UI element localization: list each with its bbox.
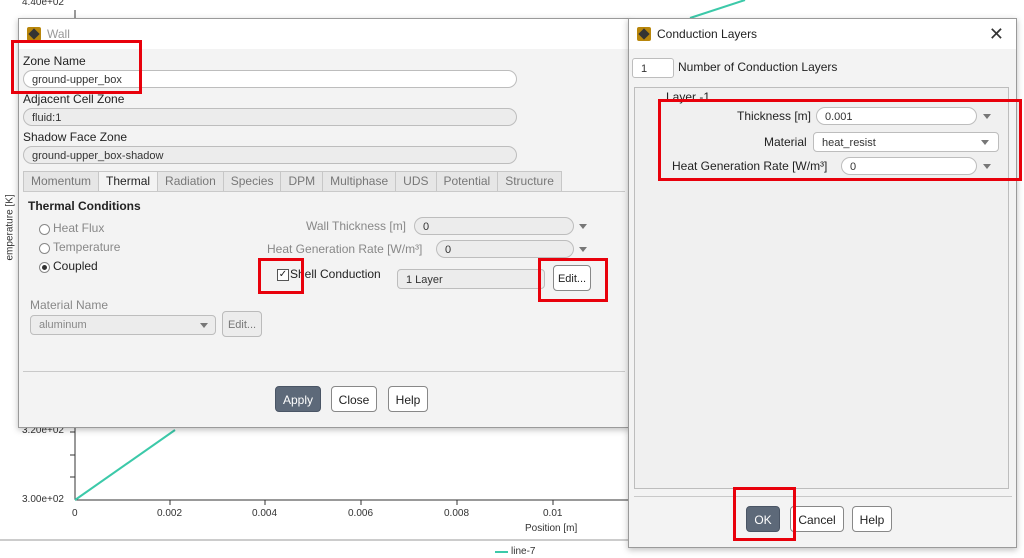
tab-momentum[interactable]: Momentum: [23, 171, 100, 191]
material-select-dropdown-icon[interactable]: [981, 140, 989, 145]
material-name-select[interactable]: aluminum: [30, 315, 216, 335]
conduction-title: Conduction Layers: [657, 27, 758, 41]
tab-multiphase[interactable]: Multiphase: [322, 171, 397, 191]
y-tick-top: 4.40e+02: [22, 0, 64, 8]
apply-button[interactable]: Apply: [275, 386, 321, 412]
shadow-face-zone-label: Shadow Face Zone: [23, 130, 128, 144]
heat-gen-label: Heat Generation Rate [W/m³]: [672, 159, 828, 173]
wall-thickness-dropdown-icon[interactable]: [579, 224, 587, 229]
footer-divider: [23, 371, 625, 372]
tab-radiation[interactable]: Radiation: [157, 171, 224, 191]
layer-group-label: Layer -1: [666, 90, 711, 104]
shell-conduction-checkbox[interactable]: ✓: [277, 269, 289, 281]
x-tick-1: 0.002: [157, 508, 183, 519]
fluent-app-icon: [637, 27, 651, 41]
conduction-title-bar[interactable]: Conduction Layers ✕: [629, 19, 1016, 49]
wall-thickness-input[interactable]: 0: [414, 217, 574, 235]
material-edit-button[interactable]: Edit...: [222, 311, 262, 337]
tab-dpm[interactable]: DPM: [280, 171, 324, 191]
thickness-label: Thickness [m]: [737, 109, 812, 123]
temperature-label: Temperature: [53, 240, 121, 254]
x-tick-0: 0: [72, 508, 78, 519]
shadow-face-zone-field: ground-upper_box-shadow: [23, 146, 517, 164]
thickness-input[interactable]: 0.001: [816, 107, 977, 125]
heat-gen-input[interactable]: 0: [841, 157, 977, 175]
thermal-conditions-label: Thermal Conditions: [28, 199, 141, 213]
adjacent-cell-zone-field: fluid:1: [23, 108, 517, 126]
shell-edit-button[interactable]: Edit...: [553, 265, 591, 291]
wall-heat-gen-label: Heat Generation Rate [W/m³]: [267, 242, 423, 256]
heat-gen-dropdown-icon[interactable]: [983, 164, 991, 169]
shell-layers-field: 1 Layer: [397, 269, 545, 289]
tab-uds[interactable]: UDS: [395, 171, 437, 191]
x-tick-5: 0.01: [543, 508, 563, 519]
wall-title-bar[interactable]: Wall: [19, 19, 629, 49]
wall-title: Wall: [47, 27, 70, 41]
x-tick-2: 0.004: [252, 508, 278, 519]
temperature-radio[interactable]: [39, 243, 50, 254]
thickness-dropdown-icon[interactable]: [983, 114, 991, 119]
tab-structure[interactable]: Structure: [497, 171, 562, 191]
temperature-line-lower: [74, 429, 176, 501]
wall-heat-gen-input[interactable]: 0: [436, 240, 574, 258]
material-select[interactable]: heat_resist: [813, 132, 999, 152]
tab-thermal[interactable]: Thermal: [98, 171, 159, 192]
shell-conduction-label: Shell Conduction: [290, 267, 381, 281]
heat-flux-radio[interactable]: [39, 224, 50, 235]
x-tick-4: 0.008: [444, 508, 470, 519]
zone-name-input[interactable]: ground-upper_box: [23, 70, 517, 88]
material-label: Material: [764, 135, 807, 149]
coupled-radio[interactable]: [39, 262, 50, 273]
num-layers-spinner[interactable]: 1: [632, 58, 674, 78]
x-axis-title: Position [m]: [525, 523, 578, 534]
cancel-button[interactable]: Cancel: [790, 506, 844, 532]
x-tick-3: 0.006: [348, 508, 374, 519]
y-axis-title: emperature [K]: [4, 194, 16, 261]
legend-entry: line-7: [511, 546, 536, 557]
y-tick-bottom: 3.00e+02: [22, 494, 64, 505]
num-layers-label: Number of Conduction Layers: [678, 60, 838, 74]
tab-divider: [23, 191, 625, 192]
material-name-label: Material Name: [30, 298, 109, 312]
help-button[interactable]: Help: [388, 386, 428, 412]
material-dropdown-icon[interactable]: [200, 323, 208, 328]
close-icon[interactable]: ✕: [989, 24, 1004, 45]
wall-tab-bar: Momentum Thermal Radiation Species DPM M…: [23, 171, 562, 192]
close-button[interactable]: Close: [331, 386, 377, 412]
heat-flux-label: Heat Flux: [53, 221, 105, 235]
tab-potential[interactable]: Potential: [435, 171, 499, 191]
temperature-line-upper: [689, 0, 746, 19]
footer-divider: [634, 496, 1012, 497]
tab-species[interactable]: Species: [222, 171, 282, 191]
wall-thickness-label: Wall Thickness [m]: [306, 219, 407, 233]
ok-button[interactable]: OK: [746, 506, 780, 532]
coupled-label: Coupled: [53, 259, 98, 273]
adjacent-cell-zone-label: Adjacent Cell Zone: [23, 92, 125, 106]
conduction-layers-dialog: Conduction Layers ✕ 1 Number of Conducti…: [628, 18, 1017, 548]
wall-heat-gen-dropdown-icon[interactable]: [579, 247, 587, 252]
help-button[interactable]: Help: [852, 506, 892, 532]
zone-name-label: Zone Name: [23, 54, 86, 68]
fluent-app-icon: [27, 27, 41, 41]
wall-dialog: Wall Zone Name ground-upper_box Adjacent…: [18, 18, 630, 428]
